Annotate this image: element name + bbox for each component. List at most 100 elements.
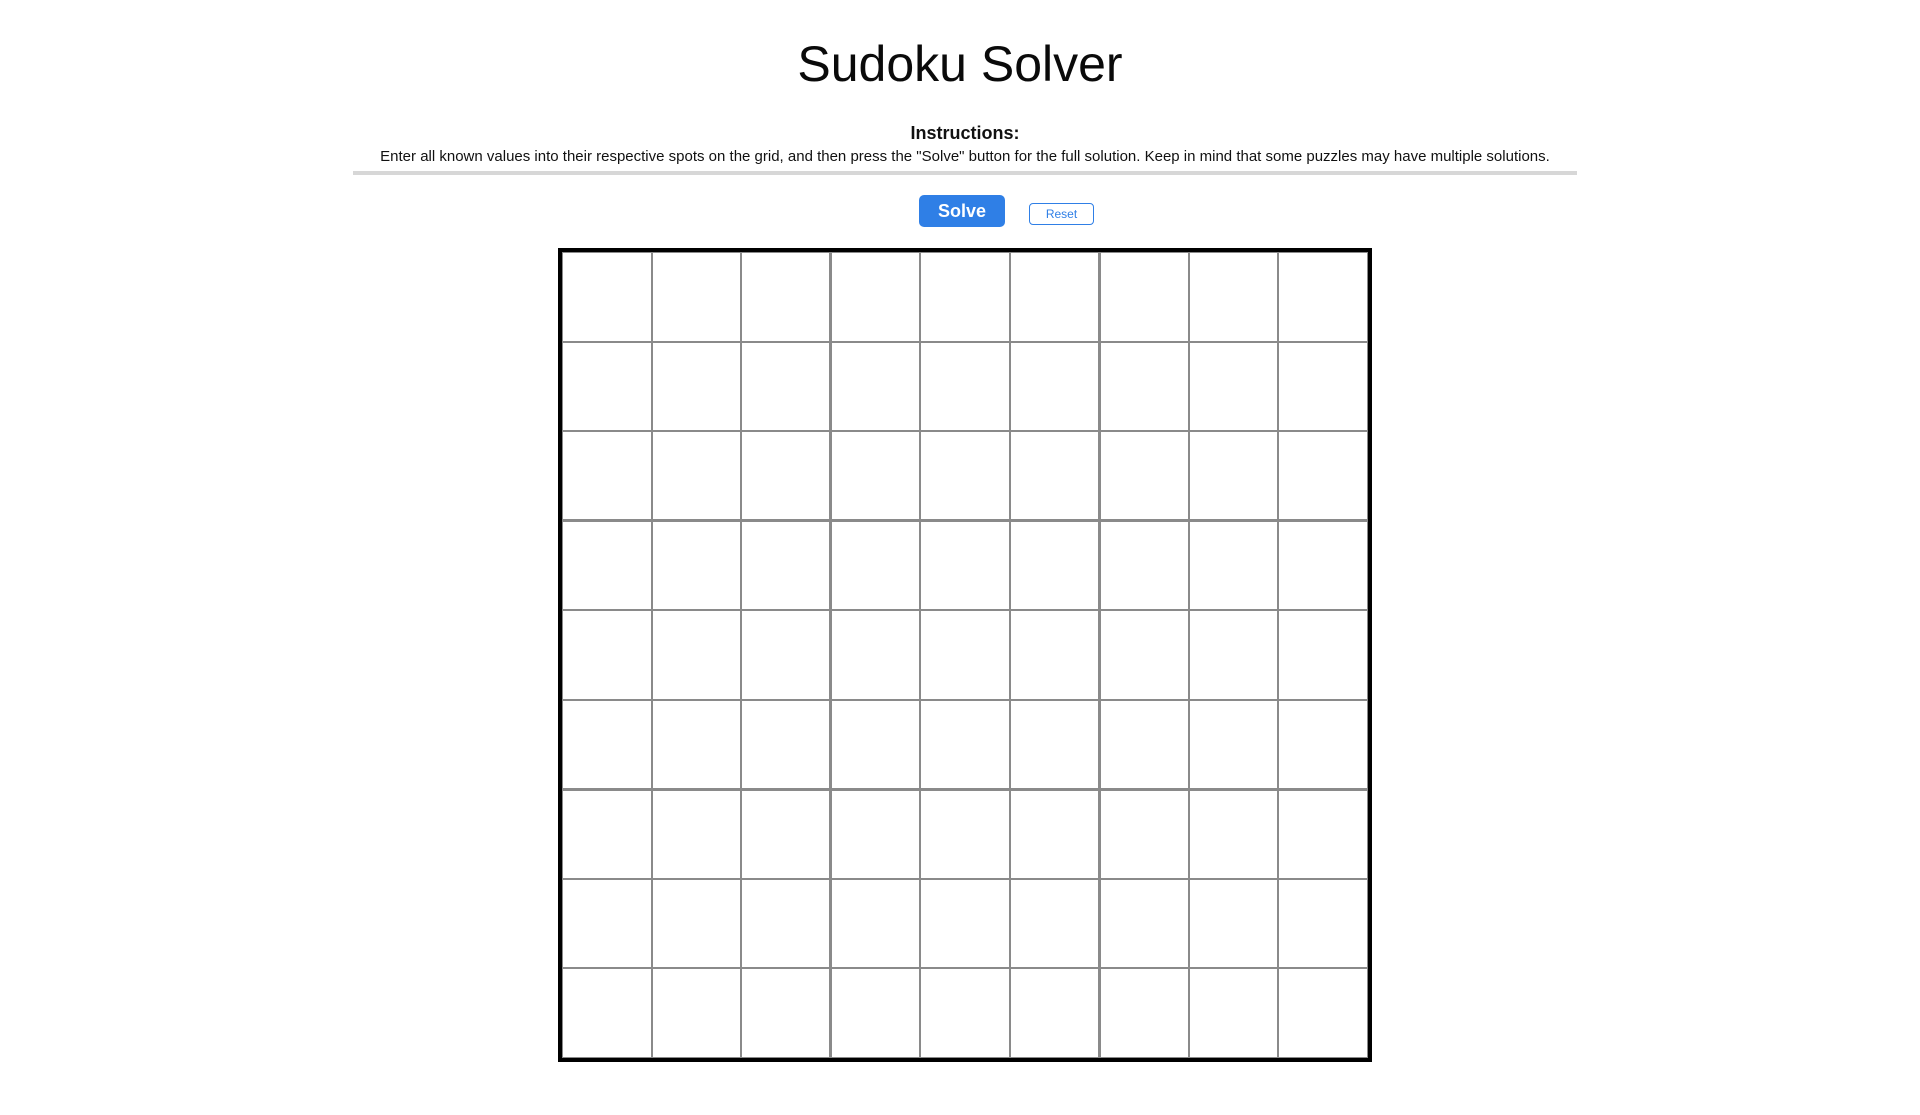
grid-cell-input[interactable] bbox=[1189, 611, 1278, 699]
instructions-text: Enter all known values into their respec… bbox=[380, 148, 1550, 165]
grid-cell-input[interactable] bbox=[831, 700, 920, 789]
grid-cell bbox=[1188, 431, 1279, 521]
grid-cell-input[interactable] bbox=[921, 521, 1009, 610]
grid-cell-input[interactable] bbox=[831, 969, 920, 1057]
grid-cell-input[interactable] bbox=[921, 611, 1009, 699]
grid-cell-input[interactable] bbox=[652, 521, 741, 610]
grid-cell bbox=[1278, 878, 1368, 969]
grid-cell-input[interactable] bbox=[1010, 879, 1099, 968]
grid-cell-input[interactable] bbox=[1279, 879, 1367, 968]
grid-cell-input[interactable] bbox=[742, 342, 830, 431]
grid-cell-input[interactable] bbox=[652, 342, 741, 431]
grid-cell-input[interactable] bbox=[1010, 790, 1099, 878]
grid-cell-input[interactable] bbox=[1010, 521, 1099, 610]
grid-cell-input[interactable] bbox=[563, 700, 651, 789]
grid-cell-input[interactable] bbox=[1189, 521, 1278, 610]
grid-cell-input[interactable] bbox=[563, 611, 651, 699]
grid-cell-input[interactable] bbox=[652, 432, 741, 520]
grid-cell-input[interactable] bbox=[1100, 611, 1188, 699]
grid-cell-input[interactable] bbox=[1100, 879, 1188, 968]
grid-cell-input[interactable] bbox=[831, 879, 920, 968]
grid-cell bbox=[1009, 252, 1100, 342]
grid-cell bbox=[830, 520, 921, 611]
grid-cell bbox=[1099, 341, 1189, 432]
grid-cell-input[interactable] bbox=[921, 969, 1009, 1057]
grid-cell-input[interactable] bbox=[1010, 700, 1099, 789]
grid-cell-input[interactable] bbox=[921, 432, 1009, 520]
grid-cell-input[interactable] bbox=[742, 432, 830, 520]
grid-cell-input[interactable] bbox=[652, 790, 741, 878]
grid-cell-input[interactable] bbox=[1279, 342, 1367, 431]
grid-cell bbox=[1278, 789, 1368, 879]
grid-cell bbox=[1188, 520, 1279, 611]
grid-cell bbox=[741, 610, 831, 700]
grid-cell-input[interactable] bbox=[1010, 432, 1099, 520]
grid-cell-input[interactable] bbox=[921, 700, 1009, 789]
grid-cell-input[interactable] bbox=[563, 521, 651, 610]
grid-cell-input[interactable] bbox=[1279, 700, 1367, 789]
grid-cell-input[interactable] bbox=[742, 879, 830, 968]
grid-cell-input[interactable] bbox=[1189, 432, 1278, 520]
grid-cell-input[interactable] bbox=[1189, 879, 1278, 968]
grid-cell-input[interactable] bbox=[1279, 611, 1367, 699]
grid-cell-input[interactable] bbox=[742, 790, 830, 878]
grid-cell-input[interactable] bbox=[563, 879, 651, 968]
grid-cell-input[interactable] bbox=[742, 969, 830, 1057]
grid-cell-input[interactable] bbox=[563, 969, 651, 1057]
grid-cell bbox=[651, 520, 742, 611]
grid-cell bbox=[1009, 520, 1100, 611]
grid-cell-input[interactable] bbox=[831, 611, 920, 699]
grid-cell-input[interactable] bbox=[1100, 342, 1188, 431]
grid-cell-input[interactable] bbox=[652, 879, 741, 968]
grid-cell-input[interactable] bbox=[1279, 969, 1367, 1057]
grid-cell-input[interactable] bbox=[1100, 969, 1188, 1057]
grid-cell-input[interactable] bbox=[742, 700, 830, 789]
grid-cell-input[interactable] bbox=[652, 253, 741, 341]
grid-cell-input[interactable] bbox=[831, 790, 920, 878]
grid-cell-input[interactable] bbox=[1010, 969, 1099, 1057]
grid-cell-input[interactable] bbox=[563, 253, 651, 341]
grid-cell-input[interactable] bbox=[652, 969, 741, 1057]
box-separator-horizontal bbox=[562, 787, 1368, 791]
grid-cell-input[interactable] bbox=[1189, 969, 1278, 1057]
grid-cell-input[interactable] bbox=[1100, 790, 1188, 878]
grid-cell bbox=[1278, 520, 1368, 611]
grid-cell-input[interactable] bbox=[742, 253, 830, 341]
grid-cell-input[interactable] bbox=[742, 611, 830, 699]
grid-cell-input[interactable] bbox=[1010, 611, 1099, 699]
grid-cell-input[interactable] bbox=[1279, 790, 1367, 878]
grid-cell-input[interactable] bbox=[563, 432, 651, 520]
grid-cell-input[interactable] bbox=[1189, 342, 1278, 431]
grid-cell-input[interactable] bbox=[1100, 521, 1188, 610]
grid-cell bbox=[651, 878, 742, 969]
grid-cell-input[interactable] bbox=[563, 790, 651, 878]
grid-cell-input[interactable] bbox=[742, 521, 830, 610]
reset-button[interactable]: Reset bbox=[1029, 203, 1094, 225]
grid-cell-input[interactable] bbox=[1279, 432, 1367, 520]
grid-cell-input[interactable] bbox=[1100, 700, 1188, 789]
grid-cell-input[interactable] bbox=[1279, 253, 1367, 341]
grid-cell-input[interactable] bbox=[1189, 790, 1278, 878]
grid-cell-input[interactable] bbox=[1010, 253, 1099, 341]
grid-cell-input[interactable] bbox=[1189, 253, 1278, 341]
grid-cell bbox=[1009, 968, 1100, 1058]
grid-cell-input[interactable] bbox=[831, 521, 920, 610]
grid-cell-input[interactable] bbox=[1100, 432, 1188, 520]
grid-cell-input[interactable] bbox=[1010, 342, 1099, 431]
solve-button[interactable]: Solve bbox=[919, 195, 1005, 227]
grid-cell bbox=[1009, 610, 1100, 700]
grid-cell-input[interactable] bbox=[831, 253, 920, 341]
grid-cell-input[interactable] bbox=[921, 879, 1009, 968]
grid-cell-input[interactable] bbox=[831, 432, 920, 520]
grid-cell-input[interactable] bbox=[652, 700, 741, 789]
grid-cell-input[interactable] bbox=[1189, 700, 1278, 789]
grid-cell-input[interactable] bbox=[1279, 521, 1367, 610]
grid-cell-input[interactable] bbox=[1100, 253, 1188, 341]
grid-cell-input[interactable] bbox=[652, 611, 741, 699]
grid-cell-input[interactable] bbox=[921, 342, 1009, 431]
grid-cell-input[interactable] bbox=[921, 253, 1009, 341]
grid-cell bbox=[830, 341, 921, 432]
grid-cell-input[interactable] bbox=[921, 790, 1009, 878]
grid-cell-input[interactable] bbox=[563, 342, 651, 431]
grid-cell-input[interactable] bbox=[831, 342, 920, 431]
